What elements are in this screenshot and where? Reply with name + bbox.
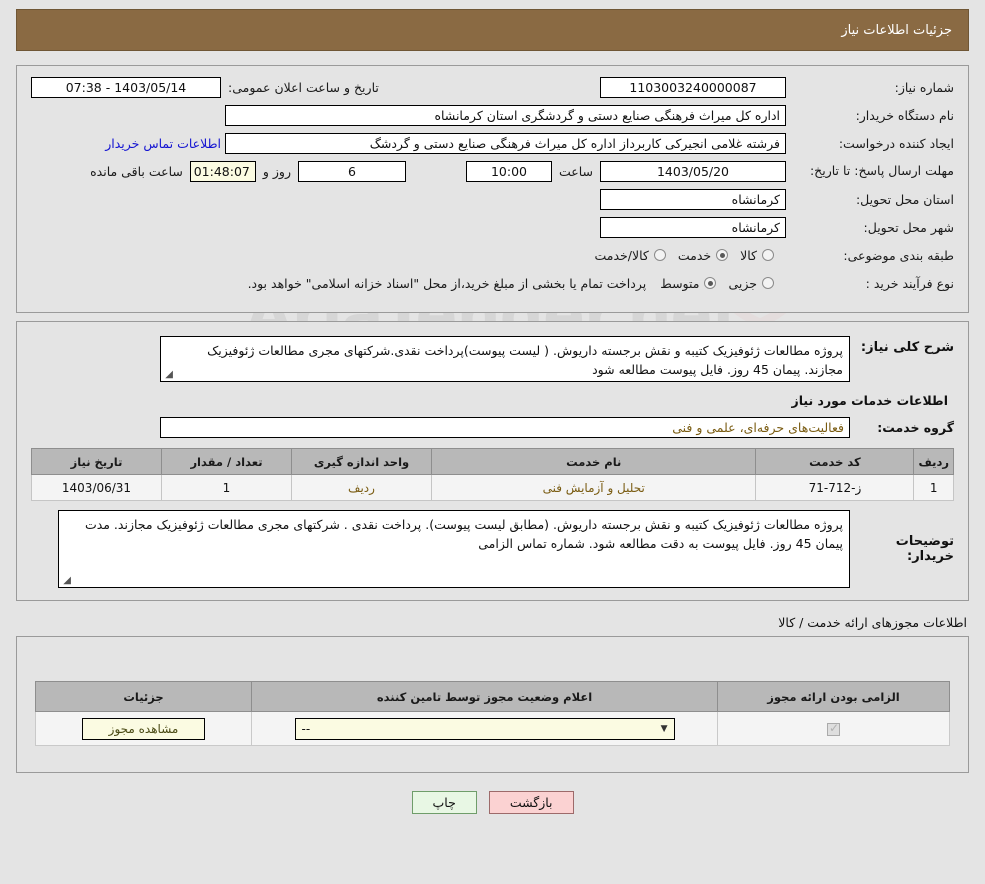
request-creator-label: ایجاد کننده درخواست: [838,135,954,151]
row-buyer-notes: توضیحات خریدار: پروژه مطالعات ژئوفیزیک ک… [31,510,954,588]
category-goods-label: کالا [740,247,757,263]
col-quantity: تعداد / مقدار [161,448,292,475]
col-code: کد خدمت [755,448,915,475]
permit-table: الزامی بودن ارائه مجوز اعلام وضعیت مجوز … [35,681,950,746]
service-table-header-row: ردیف کد خدمت نام خدمت واحد اندازه گیری ت… [31,448,954,475]
service-group-field[interactable]: فعالیت‌های حرفه‌ای، علمی و فنی [160,417,850,438]
view-permit-button[interactable]: مشاهده مجوز [81,717,206,740]
page-title: جزئیات اطلاعات نیاز [841,22,952,38]
row-buyer-org: نام دستگاه خریدار: اداره کل میراث فرهنگی… [31,104,954,126]
announce-datetime-field[interactable]: 1403/05/14 - 07:38 [31,76,221,98]
col-name: نام خدمت [430,448,757,475]
row-service-group: گروه خدمت: فعالیت‌های حرفه‌ای، علمی و فن… [31,417,954,438]
purchase-process-label: نوع فرآیند خرید : [865,275,954,291]
process-minor-label: جزیی [728,275,757,291]
col-permit-required: الزامی بودن ارائه مجوز [717,681,950,712]
row-request-creator: ایجاد کننده درخواست: فرشته غلامی انجیرکی… [31,132,954,154]
cell-permit-required [717,711,950,746]
category-option-goods-service[interactable]: کالا/خدمت [594,247,666,263]
resize-grip-icon-notes[interactable]: ◢ [61,576,71,586]
cell-quantity: 1 [161,474,292,501]
resize-grip-icon[interactable]: ◢ [163,370,173,380]
radio-service-icon[interactable] [716,249,729,261]
delivery-province-label: استان محل تحویل: [855,191,954,207]
col-unit: واحد اندازه گیری [291,448,432,475]
radio-medium-icon[interactable] [704,277,717,289]
radio-minor-icon[interactable] [762,277,774,289]
general-description-label: شرح کلی نیاز: [860,340,954,355]
subject-category-label: طبقه بندی موضوعی: [843,247,954,263]
payment-note: پرداخت تمام یا بخشی از مبلغ خرید،از محل … [247,275,647,291]
permit-status-select[interactable]: ▼ -- [294,717,675,740]
permit-table-row: ▼ -- مشاهده مجوز [35,711,950,746]
cell-permit-status: ▼ -- [251,711,718,746]
row-delivery-province: استان محل تحویل: کرمانشاه [31,188,954,210]
footer-actions: بازگشت چاپ [0,791,985,814]
row-general-description: شرح کلی نیاز: پروژه مطالعات ژئوفیزیک کتی… [31,336,954,382]
remaining-days-label: روز و [262,163,291,179]
general-description-field[interactable]: پروژه مطالعات ژئوفیزیک کتیبه و نقش برجست… [160,336,850,382]
general-description-text: پروژه مطالعات ژئوفیزیک کتیبه و نقش برجست… [207,343,843,378]
buyer-org-label: نام دستگاه خریدار: [855,107,954,123]
remaining-days-field: 6 [297,160,406,182]
buyer-org-field[interactable]: اداره کل میراث فرهنگی صنایع دستی و گردشگ… [225,104,786,126]
col-index: ردیف [913,448,954,475]
need-number-label: شماره نیاز: [894,79,954,95]
permit-status-value: -- [301,721,311,736]
category-service-label: خدمت [677,247,712,263]
deadline-hour-field[interactable]: 10:00 [465,160,552,182]
delivery-province-field[interactable]: کرمانشاه [600,188,786,210]
remaining-countdown-field: 01:48:07 [189,160,256,182]
cell-code: ز-712-71 [755,474,915,501]
buyer-notes-text: پروژه مطالعات ژئوفیزیک کتیبه و نقش برجست… [84,517,843,552]
permit-required-checkbox [827,721,840,736]
buyer-contact-link[interactable]: اطلاعات تماس خریدار [105,136,225,151]
service-details-panel: شرح کلی نیاز: پروژه مطالعات ژئوفیزیک کتی… [16,321,969,601]
chevron-down-icon: ▼ [660,723,668,734]
row-subject-category: طبقه بندی موضوعی: کالا خدمت کالا/خدمت [31,244,954,266]
service-section-title: اطلاعات خدمات مورد نیاز [791,393,949,408]
need-number-field[interactable]: 1103003240000087 [600,76,786,98]
row-response-deadline: مهلت ارسال پاسخ: تا تاریخ: 1403/05/20 سا… [31,160,954,182]
row-delivery-city: شهر محل تحویل: کرمانشاه [31,216,954,238]
cell-name: تحلیل و آزمایش فنی [430,474,757,501]
category-goods-service-label: کالا/خدمت [594,247,649,263]
request-creator-field[interactable]: فرشته غلامی انجیرکی کاربرداز اداره کل می… [225,132,786,154]
process-option-medium[interactable]: متوسط [660,275,717,291]
cell-unit: ردیف [291,474,432,501]
col-permit-status: اعلام وضعیت مجوز توسط تامین کننده [251,681,718,712]
radio-goods-icon[interactable] [762,249,774,261]
remaining-hours-label: ساعت باقی مانده [90,163,183,179]
delivery-city-field[interactable]: کرمانشاه [600,216,786,238]
page-header: جزئیات اطلاعات نیاز [16,9,969,51]
process-medium-label: متوسط [660,275,700,291]
buyer-notes-field[interactable]: پروژه مطالعات ژئوفیزیک کتیبه و نقش برجست… [58,510,850,588]
col-permit-details: جزئیات [35,681,252,712]
permit-table-header-row: الزامی بودن ارائه مجوز اعلام وضعیت مجوز … [35,681,950,712]
row-purchase-process: نوع فرآیند خرید : جزیی متوسط پرداخت تمام… [31,272,954,294]
category-option-goods[interactable]: کالا [740,248,774,263]
service-group-label: گروه خدمت: [877,420,954,435]
announce-datetime-label: تاریخ و ساعت اعلان عمومی: [228,79,379,95]
process-option-minor[interactable]: جزیی [728,276,774,291]
deadline-label: مهلت ارسال پاسخ: تا تاریخ: [809,163,954,179]
deadline-hour-label: ساعت [558,163,593,179]
service-table: ردیف کد خدمت نام خدمت واحد اندازه گیری ت… [31,448,954,501]
need-info-panel: شماره نیاز: 1103003240000087 تاریخ و ساع… [16,65,969,313]
cell-index: 1 [913,474,954,501]
permit-panel: الزامی بودن ارائه مجوز اعلام وضعیت مجوز … [16,636,969,773]
print-button[interactable]: چاپ [411,791,477,814]
cell-date: 1403/06/31 [31,474,162,501]
cell-permit-details: مشاهده مجوز [35,711,252,746]
col-date: تاریخ نیاز [31,448,162,475]
table-row: 1 ز-712-71 تحلیل و آزمایش فنی ردیف 1 140… [31,474,954,501]
deadline-date-field[interactable]: 1403/05/20 [600,160,786,182]
delivery-city-label: شهر محل تحویل: [863,219,954,235]
buyer-notes-label: توضیحات خریدار: [895,534,954,564]
permit-section-title: اطلاعات مجوزهای ارائه خدمت / کالا [778,615,967,630]
radio-goods-service-icon[interactable] [653,249,666,261]
row-need-number: شماره نیاز: 1103003240000087 تاریخ و ساع… [31,76,954,98]
back-button[interactable]: بازگشت [488,791,574,814]
category-option-service[interactable]: خدمت [677,247,729,263]
